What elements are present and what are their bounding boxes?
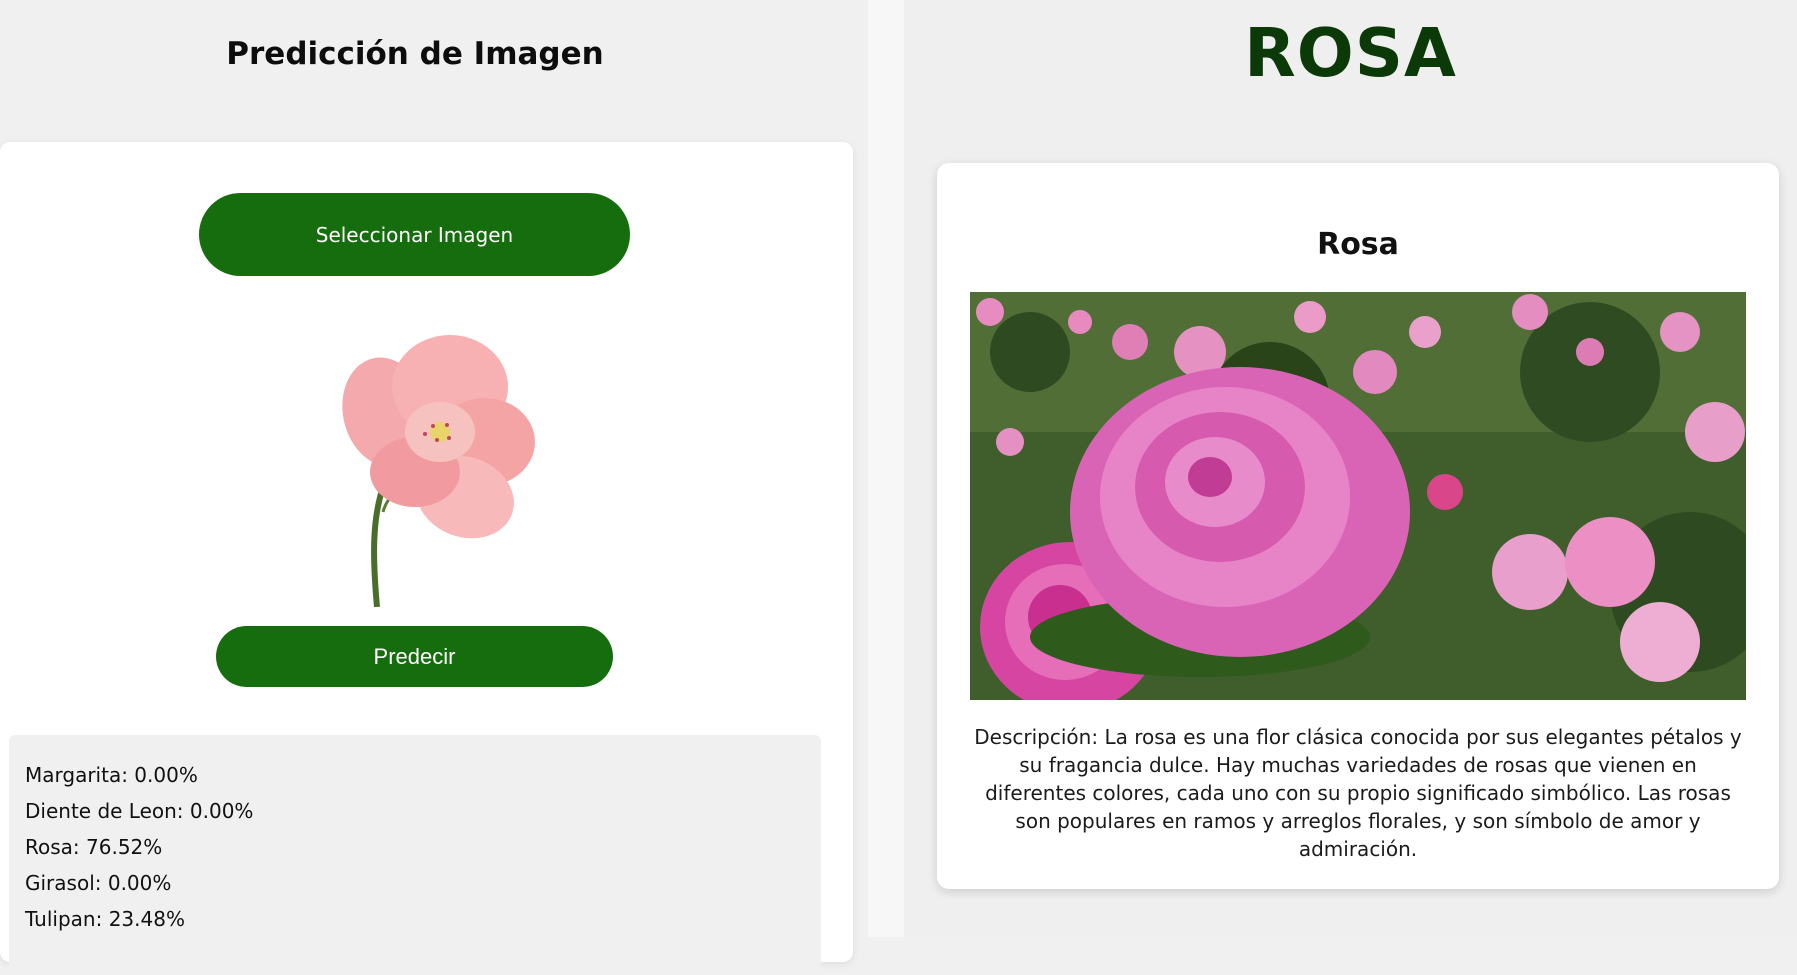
flower-info-card: Rosa Descripción: La rosa es una flor cl… (937, 163, 1779, 889)
prediction-card: Seleccionar Imagen Predecir Margarita: 0… (0, 142, 853, 975)
flower-description: Descripción: La rosa es una flor clásica… (974, 725, 1742, 861)
result-item: Diente de Leon: 0.00% (25, 799, 254, 823)
page-title: Predicción de Imagen (226, 36, 604, 72)
result-item: Rosa: 76.52% (25, 835, 163, 859)
predicted-class-title: ROSA (1244, 14, 1457, 92)
uploaded-flower-image (342, 335, 535, 607)
flower-name: Rosa (1317, 227, 1399, 262)
divider (868, 0, 904, 937)
rose-photo (970, 292, 1746, 700)
result-panel: ROSA Rosa Descripción: La rosa es una fl… (904, 0, 1797, 937)
prediction-results: Margarita: 0.00% Diente de Leon: 0.00% R… (9, 735, 821, 975)
select-image-button[interactable]: Seleccionar Imagen (199, 193, 630, 276)
predict-button[interactable]: Predecir (216, 626, 613, 687)
result-item: Tulipan: 23.48% (25, 907, 185, 931)
result-item: Margarita: 0.00% (25, 763, 198, 787)
prediction-panel: Predicción de Imagen Seleccionar Imagen … (0, 0, 868, 975)
result-item: Girasol: 0.00% (25, 871, 172, 895)
